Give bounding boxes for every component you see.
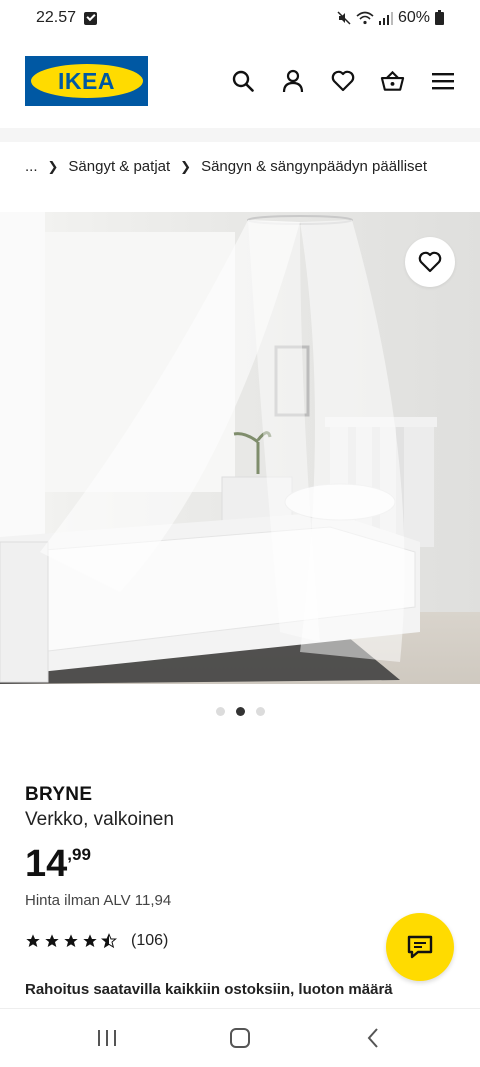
breadcrumb: ... ❯ Sängyt & patjat ❯ Sängyn & sängynp… — [25, 158, 427, 175]
back-icon — [367, 1028, 379, 1048]
wifi-icon — [356, 11, 374, 25]
gallery-dots — [0, 707, 480, 716]
basket-icon[interactable] — [380, 69, 405, 94]
gallery-dot[interactable] — [255, 707, 265, 716]
product-name: BRYNE — [25, 784, 93, 805]
chevron-right-icon: ❯ — [47, 158, 59, 174]
ikea-logo[interactable]: IKEA — [25, 56, 148, 106]
star-icon — [26, 934, 40, 947]
signal-icon — [378, 11, 393, 25]
gallery-dot-active[interactable] — [235, 707, 245, 716]
half-star-icon — [101, 933, 117, 949]
financing-info: Rahoitus saatavilla kaikkiin ostoksiin, … — [25, 981, 393, 998]
rating[interactable]: (106) — [25, 932, 168, 950]
product-image[interactable] — [0, 212, 480, 684]
heart-icon — [418, 251, 442, 273]
menu-icon[interactable] — [430, 69, 455, 94]
chevron-right-icon: ❯ — [180, 158, 192, 174]
home-icon — [229, 1028, 250, 1048]
recent-apps-button[interactable] — [87, 1018, 127, 1058]
battery-icon — [435, 9, 444, 25]
product-description: Verkko, valkoinen — [25, 809, 174, 830]
logo-text: IKEA — [58, 67, 115, 94]
recent-apps-icon — [97, 1030, 116, 1046]
home-button[interactable] — [220, 1018, 260, 1058]
user-icon[interactable] — [280, 69, 305, 94]
status-time: 22.57 — [36, 9, 77, 26]
notification-check-icon — [84, 11, 98, 25]
header: IKEA — [0, 48, 480, 114]
star-icon — [64, 934, 78, 947]
price-decimals: ,99 — [67, 845, 91, 864]
breadcrumb-ellipsis[interactable]: ... — [25, 158, 38, 175]
price-without-vat: Hinta ilman ALV 11,94 — [25, 892, 172, 909]
price-main: 14 — [25, 843, 68, 885]
back-button[interactable] — [353, 1018, 393, 1058]
favorite-button[interactable] — [405, 237, 455, 287]
battery-percent: 60% — [397, 9, 430, 26]
star-icon — [45, 934, 59, 947]
heart-icon[interactable] — [330, 69, 355, 94]
header-divider — [0, 128, 480, 142]
status-bar: 22.57 60% — [0, 0, 480, 36]
system-navigation-bar — [0, 1008, 480, 1067]
breadcrumb-item-beds[interactable]: Sängyt & patjat — [68, 158, 170, 175]
rating-stars — [25, 933, 117, 949]
mute-icon — [337, 11, 351, 25]
breadcrumb-item-bed-covers[interactable]: Sängyn & sängynpäädyn päälliset — [201, 158, 427, 175]
product-price: 14 ,99 — [25, 842, 91, 886]
rating-count: (106) — [131, 932, 169, 949]
search-icon[interactable] — [230, 69, 255, 94]
chat-button[interactable] — [386, 913, 454, 981]
gallery-dot[interactable] — [215, 707, 225, 716]
chat-icon — [407, 935, 433, 959]
star-icon — [83, 934, 97, 947]
